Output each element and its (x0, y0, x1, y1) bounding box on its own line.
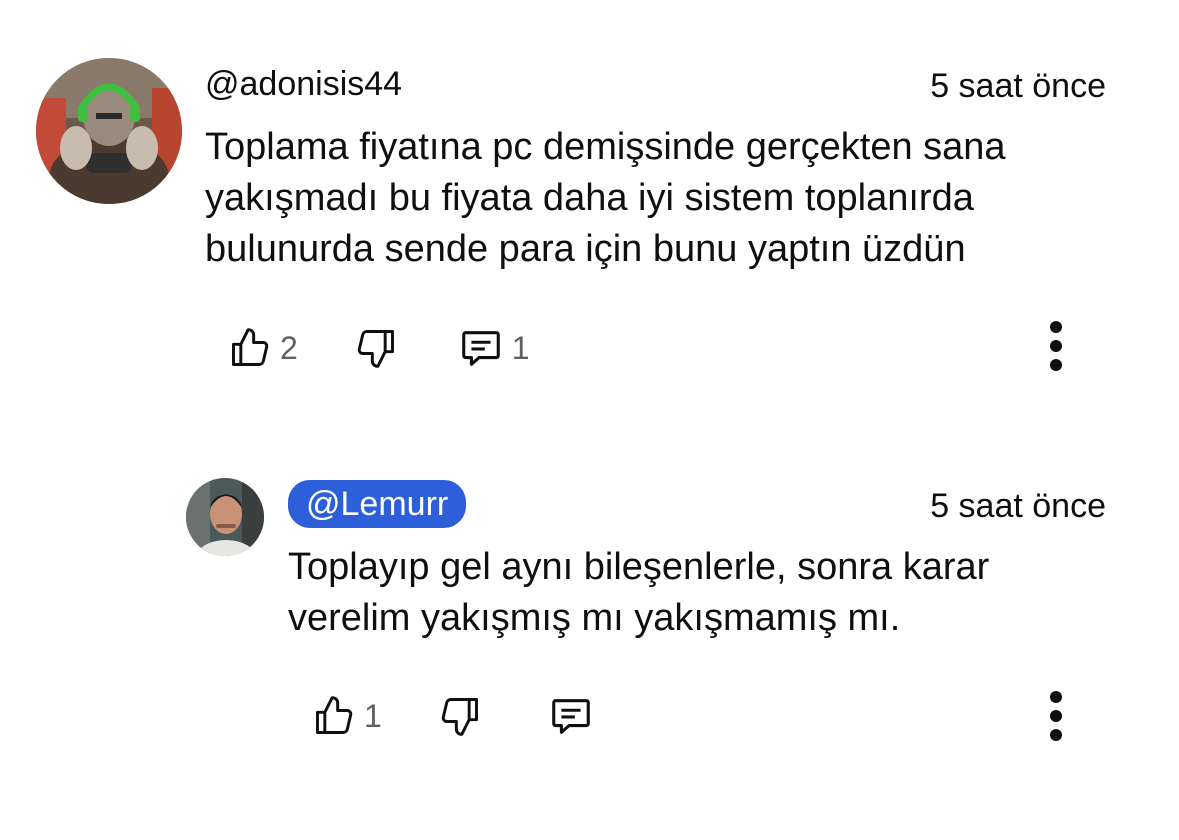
dislike-button[interactable] (438, 694, 482, 738)
more-options-button[interactable] (1036, 686, 1076, 746)
comment-actions: 2 1 (228, 318, 530, 378)
like-count: 1 (364, 698, 382, 734)
more-options-button[interactable] (1036, 316, 1076, 376)
dislike-button[interactable] (354, 326, 398, 370)
reply-button[interactable] (548, 693, 594, 739)
comment-text: Toplama fiyatına pc demişsinde gerçekten… (205, 126, 1006, 270)
more-vertical-icon (1050, 321, 1062, 371)
thumb-up-icon (316, 696, 353, 734)
gamer-robot-avatar-icon (36, 58, 182, 204)
comment-text: Toplayıp gel aynı bileşenlerle, sonra ka… (288, 546, 990, 639)
reply-count: 1 (511, 330, 530, 366)
thumb-down-icon (441, 698, 478, 736)
like-count: 2 (280, 330, 298, 366)
comment-timestamp: 5 saat önce (930, 67, 1106, 105)
thumb-down-icon (357, 330, 394, 368)
comment-actions: 1 (312, 686, 594, 746)
avatar[interactable] (186, 478, 264, 556)
reply-icon (462, 331, 500, 366)
reply-icon (552, 699, 590, 734)
thumb-up-icon (232, 328, 269, 366)
avatar[interactable] (36, 58, 182, 204)
more-vertical-icon (1050, 691, 1062, 741)
like-button[interactable]: 2 (228, 326, 298, 370)
comment-timestamp: 5 saat önce (930, 487, 1106, 525)
comment-author-badge[interactable]: @Lemurr (288, 480, 467, 528)
comment-author[interactable]: @adonisis44 (205, 64, 402, 104)
like-button[interactable]: 1 (312, 694, 382, 738)
man-portrait-avatar-icon (186, 478, 264, 556)
reply-button[interactable]: 1 (458, 325, 530, 371)
